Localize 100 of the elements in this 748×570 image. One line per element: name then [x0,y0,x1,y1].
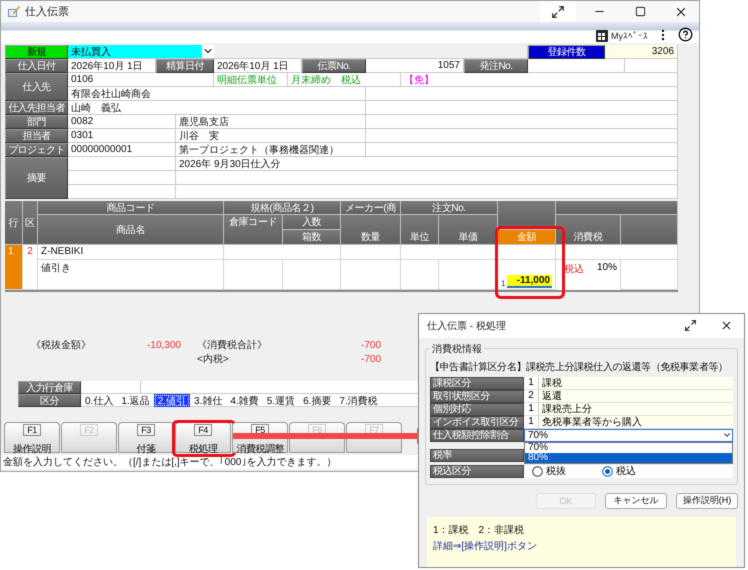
total-label: 《税抜金額》 [31,340,92,352]
date-field[interactable]: 2026年10月 1日 [68,59,156,73]
column-header: 数量 [341,215,401,245]
field-label: 仕入税額控除割合 [430,428,524,442]
table-cell: 値引き [38,260,224,290]
name-text: 第一プロジェクト（事務機器関連） [176,143,366,157]
slip-number-field[interactable]: 1057 [366,59,464,73]
kind-option[interactable]: 5.運賃 [262,394,300,407]
supplier-name: 有限会社山崎商会 [68,87,366,101]
supplier-code-field[interactable]: 0106 [68,73,214,87]
field-value: 課税売上分 [538,402,733,416]
window-title: 仕入伝票 [25,5,70,19]
column-header: 行 [5,201,23,245]
slip-type-dropdown[interactable]: 未払買入 [68,45,214,59]
header-cell [621,215,678,245]
dialog-button[interactable]: 操作説明(H) [676,492,738,509]
hint-text: 1：課税 2：非課税 [433,524,526,537]
grid-icon [596,30,608,42]
group-title: 消費税情報 [431,342,483,356]
column-header: 倉庫コード [224,215,283,245]
code-field[interactable]: 0082 [68,115,176,129]
field-label: 税込区分 [430,464,524,478]
amount-field[interactable]: -11,000 [507,275,552,288]
function-key[interactable]: F3 付箋 [118,422,174,453]
field-label: 区分 [18,394,81,407]
field-label: インボイス取引区分 [430,416,524,429]
field-value: 免税事業者等から購入 [538,416,733,429]
radio-button[interactable] [532,466,543,477]
kind-option[interactable]: 7.消費税 [335,394,382,407]
kind-option[interactable]: 0.仕入 [81,394,118,407]
column-header: 商品コード [38,201,224,215]
field-label: 伝票No. [302,59,366,73]
field-label: 部門 [5,115,68,129]
closing-text: 月末締め 税込 [288,73,401,87]
help-icon[interactable] [678,27,693,42]
field-label: 仕入先 [5,73,68,101]
warehouse-field[interactable] [80,381,141,394]
total-label: 《消費税合計》 [196,340,268,352]
order-number-field[interactable] [528,59,625,73]
tax-exempt-mark: 【免】 [401,73,678,87]
code-field[interactable]: 00000000001 [68,143,176,157]
kind-option[interactable]: 6.摘要 [299,394,336,407]
column-header: 商品名 [38,215,224,245]
row-number: 1 [5,245,23,290]
name-text: 鹿児島支店 [176,115,366,129]
field-label: 精算日付 [156,59,214,73]
tax-rate: 10% [596,262,617,275]
total-value: -700 [360,354,381,366]
column-header: 規格(商品名２) [224,201,341,215]
function-key[interactable]: F4 税処理 [175,422,231,453]
table-cell [341,245,401,260]
total-value: -10,300 [146,340,181,352]
hint-text: 詳細⇒[操作説明]ボタン [433,540,538,553]
dialog-title: 仕入伝票 - 税処理 [427,320,507,333]
mode-label: 新規 [5,45,68,59]
column-header: 単価 [439,215,498,245]
column-header: メーカー(商 [341,201,401,215]
field-value: 課税 [538,376,733,390]
field-label: 入力行倉庫 [18,381,81,394]
memo-text: 2026年 9月30日仕入分 [176,157,678,171]
field-label: 仕入先担当者 [5,101,68,115]
field-label: 担当者 [5,129,68,143]
kind-option[interactable]: 1.返品 [117,394,154,407]
column-header: 入数 [283,215,341,230]
name-text: 川谷 実 [176,129,366,143]
dropdown-option[interactable]: 80% [525,452,732,463]
table-cell: Z-NEBIKI [38,245,224,260]
heading-text: 【申告書計算区分名】課税売上分課税仕入の返還等（免税事業者等） [430,360,729,374]
unit-text: 明細伝票単位 [214,73,288,87]
count-value: 3206 [605,45,678,59]
notebook-icon [7,5,20,18]
expand-icon[interactable] [540,1,576,22]
column-header: 区 [23,201,38,245]
code-value: 1 [524,402,538,416]
tax-type: 税込 [564,262,584,277]
kind-option[interactable]: 2.値引 [154,394,190,407]
dialog-button[interactable]: キャンセル [605,492,667,509]
header-cell [498,201,556,230]
column-header: 単位 [401,215,439,245]
field-value: 返還 [538,390,733,403]
kind-option[interactable]: 3.雑仕 [190,394,226,407]
table-cell: 2 [23,245,38,290]
column-header: 注文No. [401,201,498,215]
function-key[interactable]: F1 操作説明 [4,422,60,453]
count-label: 登録件数 [528,45,605,59]
radio-button[interactable] [602,466,613,477]
code-field[interactable]: 0301 [68,129,176,143]
field-label: 税率 [430,448,524,462]
code-value: 2 [524,390,538,403]
field-label: 摘要 [5,157,68,199]
myspace-link[interactable]: Myｽﾍﾟｰｽ [611,31,648,41]
contact-name: 山崎 義弘 [68,101,366,115]
ratio-dropdown[interactable]: 70% [524,428,733,442]
kind-option[interactable]: 4.雑費 [226,394,263,407]
field-label: 個別対応 [430,402,524,416]
field-label: 発注No. [464,59,528,73]
code-value: 1 [524,376,538,390]
date-field[interactable]: 2026年10月 1日 [214,59,302,73]
column-header: 金額 [498,230,556,245]
field-label: 課税区分 [430,376,524,390]
